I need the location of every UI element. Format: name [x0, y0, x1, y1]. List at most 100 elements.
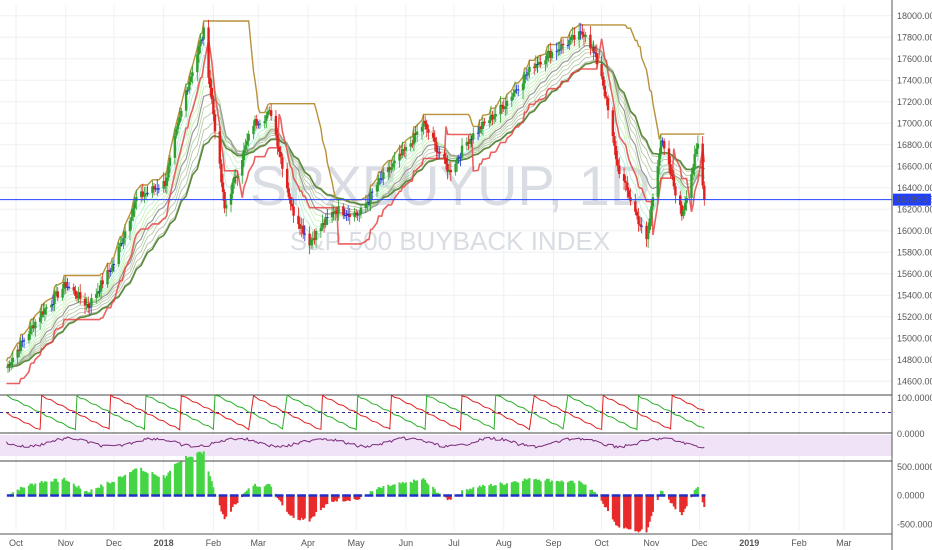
histogram-bar	[315, 495, 318, 513]
candle-body	[423, 120, 427, 124]
candle-body	[651, 197, 655, 207]
candle-body	[544, 60, 547, 65]
candle-body	[566, 44, 570, 46]
histogram-zero-dot	[191, 494, 194, 497]
histogram-zero-dot	[438, 494, 441, 497]
candle-body	[589, 34, 592, 49]
candle-body	[404, 146, 408, 151]
price-tick-label: 16800.00	[897, 140, 932, 150]
candle-body	[425, 123, 428, 130]
trading-chart[interactable]: SPXBUYUP, 1D S&P 500 BUYBACK INDEX 18000…	[0, 0, 932, 550]
candle-body	[354, 212, 358, 215]
candle-body	[146, 192, 149, 194]
histogram-bar	[270, 486, 273, 496]
candle-body	[212, 99, 215, 115]
candle-body	[38, 317, 42, 322]
candle-body	[176, 122, 180, 130]
histogram-bar	[135, 468, 138, 496]
candle-body	[460, 145, 464, 158]
oscillator-panel-3[interactable]	[0, 451, 892, 533]
histogram-zero-dot	[236, 494, 239, 497]
candle-body	[266, 111, 270, 116]
price-tick-label: 17200.00	[897, 97, 932, 107]
candle-body	[568, 40, 571, 45]
histogram-zero-dot	[56, 494, 59, 497]
chart-canvas[interactable]: SPXBUYUP, 1D S&P 500 BUYBACK INDEX 18000…	[0, 0, 932, 550]
price-tick-label: 14600.00	[897, 376, 932, 386]
candle-body	[690, 174, 693, 199]
candle-body	[433, 137, 436, 143]
candle-body	[624, 180, 627, 183]
price-tick-label: 17400.00	[897, 75, 932, 85]
candle-body	[106, 270, 109, 285]
histogram-zero-dot	[674, 494, 677, 497]
histogram-zero-dot	[79, 494, 82, 497]
candle-body	[672, 176, 676, 187]
candle-body	[184, 90, 188, 111]
histogram-zero-dot	[460, 494, 464, 497]
histogram-zero-dot	[348, 494, 351, 497]
candle-body	[613, 136, 616, 146]
histogram-zero-dot	[247, 494, 250, 497]
candle-body	[650, 206, 653, 219]
histogram-bar	[303, 495, 306, 519]
histogram-zero-dot	[561, 494, 565, 497]
candle-body	[435, 142, 438, 152]
candle-body	[277, 146, 281, 152]
histogram-bar	[607, 495, 610, 511]
axes: 18000.00 17800.00 17600.00 17400.00 17200.00…	[0, 0, 932, 550]
candle-body	[638, 224, 642, 226]
candle-body	[29, 326, 32, 334]
candle-body	[444, 157, 448, 165]
candle-body	[67, 286, 71, 288]
candle-body	[247, 134, 250, 141]
candle-body	[674, 186, 677, 196]
time-tick-label: Mar	[251, 538, 267, 548]
histogram-bar	[703, 495, 706, 507]
candle-body	[516, 89, 520, 91]
histogram-bar	[562, 481, 565, 496]
candle-body	[521, 83, 525, 91]
candle-body	[27, 333, 31, 341]
candle-body	[545, 53, 549, 61]
histogram-bar	[528, 478, 531, 496]
candle-body	[287, 188, 290, 197]
candle-body	[671, 174, 674, 177]
candle-body	[245, 140, 249, 146]
candle-body	[45, 307, 48, 309]
candle-body	[595, 53, 599, 65]
histogram-zero-dot	[359, 494, 363, 497]
candle-body	[168, 157, 172, 166]
price-tick-label: 15800.00	[897, 247, 932, 257]
histogram-bar	[550, 480, 553, 496]
candle-body	[191, 72, 194, 77]
histogram-zero-dot	[584, 494, 587, 497]
time-tick-label: Oct	[595, 538, 610, 548]
candle-body	[512, 93, 515, 97]
histogram-bar	[584, 484, 587, 496]
candle-body	[255, 119, 258, 125]
price-tick-label: 18000.00	[897, 11, 932, 21]
candle-body	[492, 116, 496, 120]
candle-body	[679, 195, 682, 206]
histogram-bar	[281, 495, 284, 506]
candle-body	[622, 173, 626, 181]
histogram-bar	[573, 483, 576, 496]
candle-body	[167, 165, 170, 178]
candle-body	[348, 214, 351, 218]
candle-body	[130, 216, 133, 221]
candle-body	[364, 203, 367, 209]
histogram-zero-dot	[258, 494, 262, 497]
time-tick-label: Jun	[399, 538, 414, 548]
histogram-zero-dot	[449, 494, 453, 497]
oscillator-panel-1[interactable]	[0, 394, 892, 431]
candle-body	[173, 135, 177, 158]
histogram-zero-dot	[225, 494, 228, 497]
histogram-bar	[225, 495, 228, 517]
candle-body	[178, 116, 181, 123]
candle-body	[324, 217, 327, 225]
candle-body	[569, 36, 573, 41]
histogram-bar	[56, 481, 59, 496]
candle-body	[56, 291, 59, 298]
oscillator-panel-2[interactable]	[0, 432, 892, 456]
